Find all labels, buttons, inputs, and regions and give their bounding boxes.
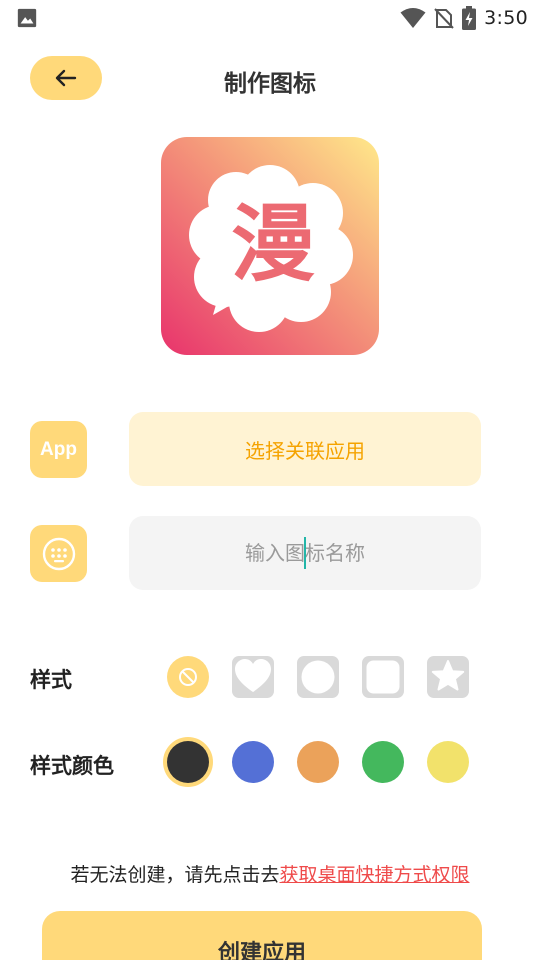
color-option-green[interactable] xyxy=(362,741,404,783)
notice-text: 若无法创建，请先点击去 xyxy=(70,864,280,886)
keyboard-icon xyxy=(42,537,75,570)
status-time: 3:50 xyxy=(484,7,528,29)
keyboard-badge xyxy=(30,525,87,582)
create-app-button[interactable]: 创建应用 xyxy=(42,911,482,960)
app-badge-icon: App xyxy=(30,421,87,478)
text-cursor xyxy=(304,537,306,569)
wifi-icon xyxy=(400,8,426,28)
rounded-square-icon xyxy=(362,656,404,698)
style-circle-option[interactable] xyxy=(297,656,339,698)
style-color-label: 样式颜色 xyxy=(30,754,114,778)
select-app-button[interactable]: 选择关联应用 xyxy=(129,412,481,486)
icon-preview: 漫 xyxy=(161,137,379,355)
style-rounded-square-option[interactable] xyxy=(362,656,404,698)
status-bar: 3:50 xyxy=(0,0,540,36)
style-star-option[interactable] xyxy=(427,656,469,698)
permission-link[interactable]: 获取桌面快捷方式权限 xyxy=(280,864,470,886)
star-shape-icon xyxy=(427,656,469,698)
page-title: 制作图标 xyxy=(224,71,316,97)
style-heart-option[interactable] xyxy=(232,656,274,698)
no-sim-icon xyxy=(434,8,454,29)
none-icon xyxy=(167,656,209,698)
permission-notice: 若无法创建，请先点击去获取桌面快捷方式权限 xyxy=(0,860,540,887)
battery-charging-icon xyxy=(462,6,477,30)
app-badge-text: App xyxy=(40,438,77,460)
color-option-blue[interactable] xyxy=(232,741,274,783)
image-icon xyxy=(17,8,37,28)
color-option-yellow[interactable] xyxy=(427,741,469,783)
style-none-option[interactable] xyxy=(167,656,209,698)
style-label: 样式 xyxy=(30,668,72,692)
color-option-dark[interactable] xyxy=(167,741,209,783)
heart-shape-icon xyxy=(232,656,274,698)
color-option-orange[interactable] xyxy=(297,741,339,783)
preview-glyph: 漫 xyxy=(231,195,315,293)
circle-shape-icon xyxy=(297,656,339,698)
